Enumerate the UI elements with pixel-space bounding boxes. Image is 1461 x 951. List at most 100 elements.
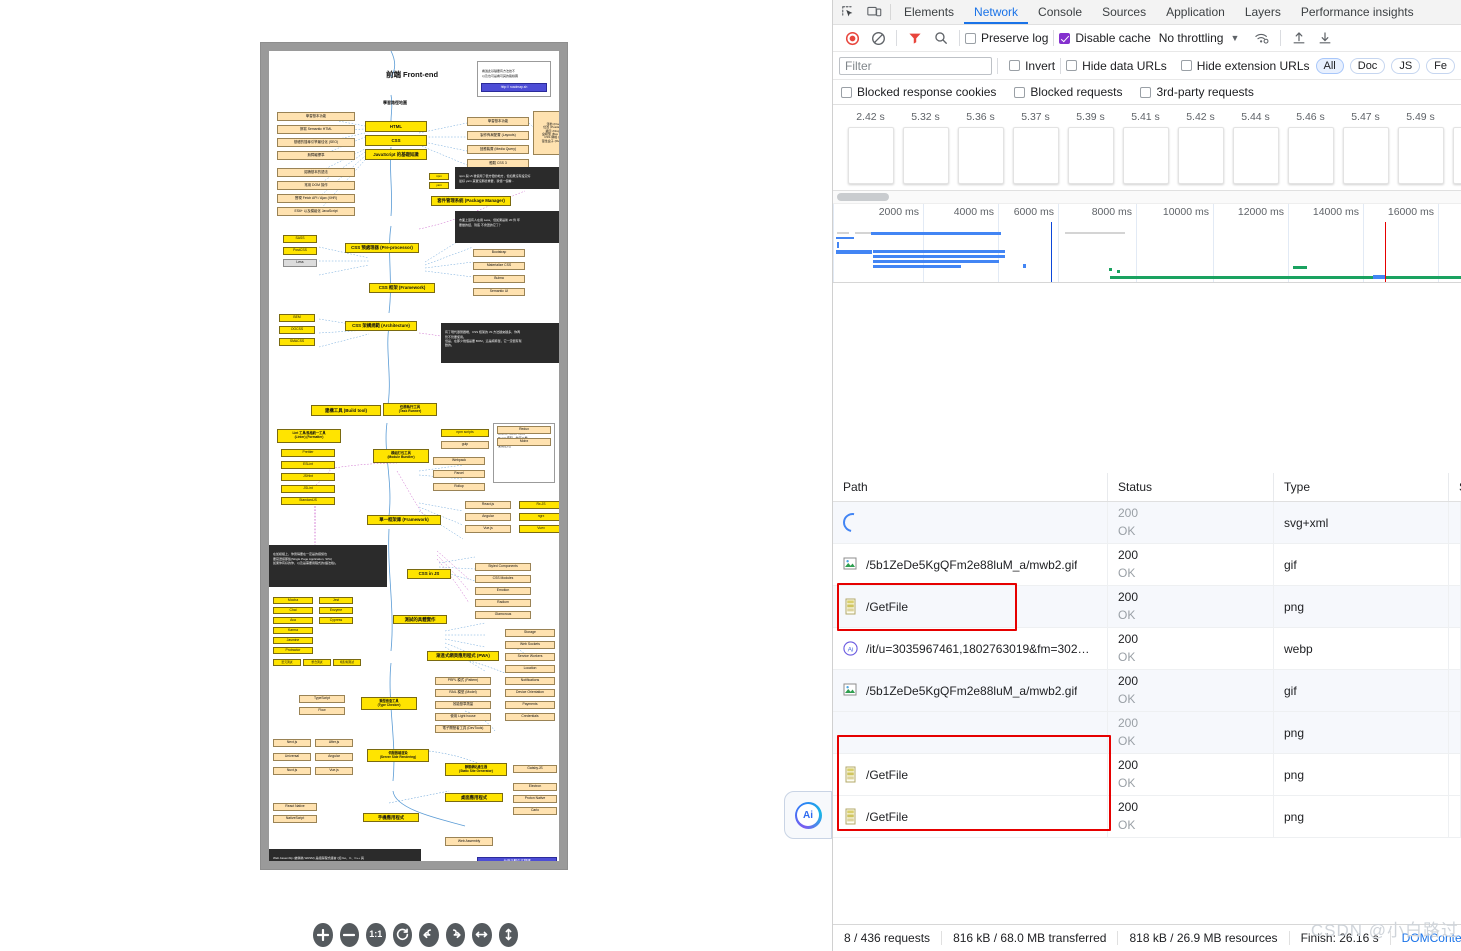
filmstrip-thumbnail[interactable] [1342, 127, 1389, 184]
hide-data-urls-checkbox[interactable]: Hide data URLs [1066, 59, 1167, 73]
filmstrip-frame[interactable]: 5.46 s [1283, 105, 1338, 184]
filmstrip-thumbnail[interactable] [1452, 127, 1461, 184]
filmstrip-thumbnail[interactable] [1397, 127, 1444, 184]
filter-input[interactable]: Filter [839, 56, 993, 75]
filmstrip-frame[interactable]: 5.42 s [1173, 105, 1228, 184]
mindmap-node: PostCSS [283, 247, 317, 255]
export-har-icon[interactable] [1312, 25, 1338, 51]
blocked-requests-box[interactable] [1014, 86, 1026, 98]
invert-box[interactable] [1009, 60, 1021, 71]
table-row[interactable]: /GetFile 200 OK png [833, 754, 1461, 796]
tab-sources[interactable]: Sources [1092, 0, 1156, 24]
cell-path[interactable]: /GetFile [833, 754, 1108, 795]
disable-cache-box[interactable] [1059, 32, 1071, 44]
filmstrip-frame[interactable]: 5.47 s [1338, 105, 1393, 184]
zoom-out-button[interactable] [339, 922, 359, 947]
hide-extension-urls-checkbox[interactable]: Hide extension URLs [1180, 59, 1310, 73]
flip-vertical-button[interactable] [498, 922, 518, 947]
filmstrip-frame[interactable]: 5 [1448, 105, 1461, 184]
filmstrip-frame[interactable]: 5.39 s [1063, 105, 1118, 184]
table-row[interactable]: Ai /it/u=3035967461,1802763019&fm=302… 2… [833, 628, 1461, 670]
invert-checkbox[interactable]: Invert [1009, 59, 1055, 73]
cell-path[interactable]: /GetFile [833, 586, 1108, 627]
import-har-icon[interactable] [1286, 25, 1312, 51]
filmstrip-thumbnail[interactable] [957, 127, 1004, 184]
clear-button[interactable] [865, 25, 891, 51]
type-filter-all[interactable]: All [1315, 57, 1344, 74]
reset-button[interactable] [392, 922, 412, 947]
mindmap-image[interactable]: 前端 Front-end 看過此基礎要有方法技不 以及也可是看可其的路線圖 ht… [260, 42, 568, 870]
cell-path[interactable]: /GetFile [833, 796, 1108, 837]
network-requests-table[interactable]: Path Status Type Size 200 OK svg+xml [833, 473, 1461, 925]
actual-size-button[interactable]: 1:1 [366, 922, 386, 947]
filmstrip-frame[interactable]: 5.36 s [953, 105, 1008, 184]
filmstrip-thumbnail[interactable] [1177, 127, 1224, 184]
record-button[interactable] [839, 25, 865, 51]
type-filter-fetch[interactable]: Fe [1426, 57, 1455, 74]
network-conditions-icon[interactable] [1249, 25, 1275, 51]
column-header-size[interactable]: Size [1449, 473, 1461, 501]
filmstrip-frame[interactable]: 2.42 s [843, 105, 898, 184]
third-party-requests-box[interactable] [1140, 86, 1152, 98]
search-button[interactable] [928, 25, 954, 51]
filmstrip[interactable]: 2.42 s 5.32 s 5.36 s 5.37 s 5.39 s 5.41 … [833, 105, 1461, 191]
cell-path[interactable]: /5b1ZeDe5KgQFm2e88luM_a/mwb2.gif [833, 670, 1108, 711]
blocked-requests-checkbox[interactable]: Blocked requests [1014, 85, 1122, 99]
table-row[interactable]: /GetFile 200 OK png [833, 586, 1461, 628]
throttling-dropdown[interactable]: No throttling ▼ [1159, 31, 1240, 45]
overview-scrollbar[interactable] [833, 191, 1461, 204]
column-header-status[interactable]: Status [1108, 473, 1274, 501]
zoom-in-button[interactable] [313, 922, 333, 947]
network-overview[interactable]: 2000 ms 4000 ms 6000 ms 8000 ms 10000 ms… [833, 204, 1461, 283]
filmstrip-thumbnail[interactable] [1232, 127, 1279, 184]
filmstrip-thumbnail[interactable] [902, 127, 949, 184]
column-header-type[interactable]: Type [1274, 473, 1449, 501]
tab-console[interactable]: Console [1028, 0, 1092, 24]
mindmap-root-link[interactable]: http:// roadmap.sh [481, 83, 547, 92]
device-toolbar-icon[interactable] [861, 0, 887, 24]
rotate-left-button[interactable] [419, 922, 439, 947]
table-row[interactable]: /5b1ZeDe5KgQFm2e88luM_a/mwb2.gif 200 OK … [833, 544, 1461, 586]
filmstrip-thumbnail[interactable] [1287, 127, 1334, 184]
tab-performance-insights[interactable]: Performance insights [1291, 0, 1424, 24]
filmstrip-frame[interactable]: 5.49 s [1393, 105, 1448, 184]
cell-path[interactable]: Ai /it/u=3035967461,1802763019&fm=302… [833, 628, 1108, 669]
flip-horizontal-button[interactable] [472, 922, 492, 947]
hide-data-urls-box[interactable] [1066, 60, 1078, 71]
cell-path[interactable] [833, 502, 1108, 543]
ai-assistant-button[interactable]: Ai [784, 791, 832, 839]
filmstrip-frame[interactable]: 5.37 s [1008, 105, 1063, 184]
table-row[interactable]: /5b1ZeDe5KgQFm2e88luM_a/mwb2.gif 200 OK … [833, 670, 1461, 712]
tab-network[interactable]: Network [964, 0, 1028, 24]
filmstrip-frame[interactable]: 5.41 s [1118, 105, 1173, 184]
filmstrip-frame[interactable]: 5.32 s [898, 105, 953, 184]
filmstrip-thumbnail[interactable] [1012, 127, 1059, 184]
blocked-response-cookies-box[interactable] [841, 86, 852, 98]
preserve-log-checkbox[interactable]: Preserve log [965, 31, 1048, 45]
table-row[interactable]: /GetFile 200 OK png [833, 796, 1461, 838]
disable-cache-checkbox[interactable]: Disable cache [1059, 31, 1151, 45]
hide-extension-urls-box[interactable] [1180, 60, 1192, 71]
tab-application[interactable]: Application [1156, 0, 1235, 24]
overview-scroll-thumb[interactable] [837, 193, 889, 201]
preserve-log-box[interactable] [965, 32, 976, 44]
rotate-right-button[interactable] [445, 922, 465, 947]
table-row[interactable]: 200 OK svg+xml [833, 502, 1461, 544]
tab-elements[interactable]: Elements [894, 0, 964, 24]
filter-button[interactable] [902, 25, 928, 51]
inspect-element-icon[interactable] [835, 0, 861, 24]
filmstrip-thumbnail[interactable] [1067, 127, 1114, 184]
filmstrip-frame[interactable]: 5.44 s [1228, 105, 1283, 184]
filmstrip-thumbnail[interactable] [847, 127, 894, 184]
type-filter-js[interactable]: JS [1391, 57, 1421, 74]
third-party-requests-checkbox[interactable]: 3rd-party requests [1140, 85, 1254, 99]
column-header-path[interactable]: Path [833, 473, 1108, 501]
table-row[interactable]: 200 OK png [833, 712, 1461, 754]
filmstrip-thumbnail[interactable] [1122, 127, 1169, 184]
type-filter-doc[interactable]: Doc [1349, 57, 1386, 74]
cell-path[interactable]: /5b1ZeDe5KgQFm2e88luM_a/mwb2.gif [833, 544, 1108, 585]
tab-layers[interactable]: Layers [1235, 0, 1291, 24]
image-viewer-toolbar[interactable]: 1:1 [313, 922, 518, 947]
cell-path[interactable] [833, 712, 1108, 753]
blocked-response-cookies-checkbox[interactable]: Blocked response cookies [841, 85, 996, 99]
